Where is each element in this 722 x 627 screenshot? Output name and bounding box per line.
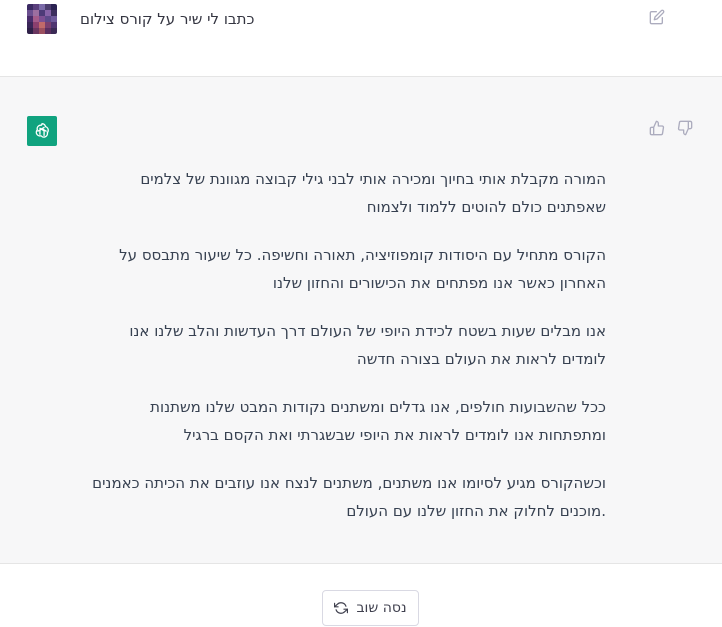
poem-paragraph: ככל שהשבועות חולפים, אנו גדלים ומשתנים נ… [80, 393, 606, 449]
poem-line: שאפתנים כולם להוטים ללמוד ולצמוח [366, 198, 606, 216]
poem-line: הקורס מתחיל עם היסודות קומפוזיציה, תאורה… [119, 246, 606, 264]
poem-paragraph: אנו מבלים שעות בשטח לכידת היופי של העולם… [80, 317, 606, 373]
poem-paragraph: הקורס מתחיל עם היסודות קומפוזיציה, תאורה… [80, 241, 606, 297]
poem-line: .מוכנים לחלוק את החזון שלנו עם העולם [346, 502, 606, 520]
thumbs-down-icon[interactable] [677, 120, 693, 136]
poem-paragraph: המורה מקבלת אותי בחיוך ומכירה אותי לבני … [80, 165, 606, 221]
retry-label: נסה שוב [356, 600, 407, 616]
poem-line: לומדים לראות את העולם בצורה חדשה [356, 350, 606, 368]
poem-line: ומתפתחות אנו לומדים לראות את היופי שבשגר… [183, 426, 606, 444]
poem-line: המורה מקבלת אותי בחיוך ומכירה אותי לבני … [140, 170, 606, 188]
user-message-text: כתבו לי שיר על קורס צילום [80, 10, 255, 28]
assistant-message-text: המורה מקבלת אותי בחיוך ומכירה אותי לבני … [80, 165, 606, 545]
user-message-row: כתבו לי שיר על קורס צילום [0, 0, 722, 77]
poem-line: אנו מבלים שעות בשטח לכידת היופי של העולם… [129, 322, 606, 340]
poem-line: האחרון כאשר אנו מפתחים את הכישורים והחזו… [272, 274, 606, 292]
edit-icon[interactable] [649, 9, 665, 25]
assistant-message-row: המורה מקבלת אותי בחיוך ומכירה אותי לבני … [0, 77, 722, 564]
poem-line: ככל שהשבועות חולפים, אנו גדלים ומשתנים נ… [150, 398, 606, 416]
thumbs-up-icon[interactable] [649, 120, 665, 136]
openai-logo-icon [27, 116, 57, 146]
poem-line: וכשהקורס מגיע לסיומו אנו משתנים, משתנים … [92, 474, 606, 492]
refresh-icon [334, 601, 349, 615]
user-avatar [27, 4, 57, 34]
retry-button[interactable]: נסה שוב [322, 590, 419, 626]
poem-paragraph: וכשהקורס מגיע לסיומו אנו משתנים, משתנים … [80, 469, 606, 525]
